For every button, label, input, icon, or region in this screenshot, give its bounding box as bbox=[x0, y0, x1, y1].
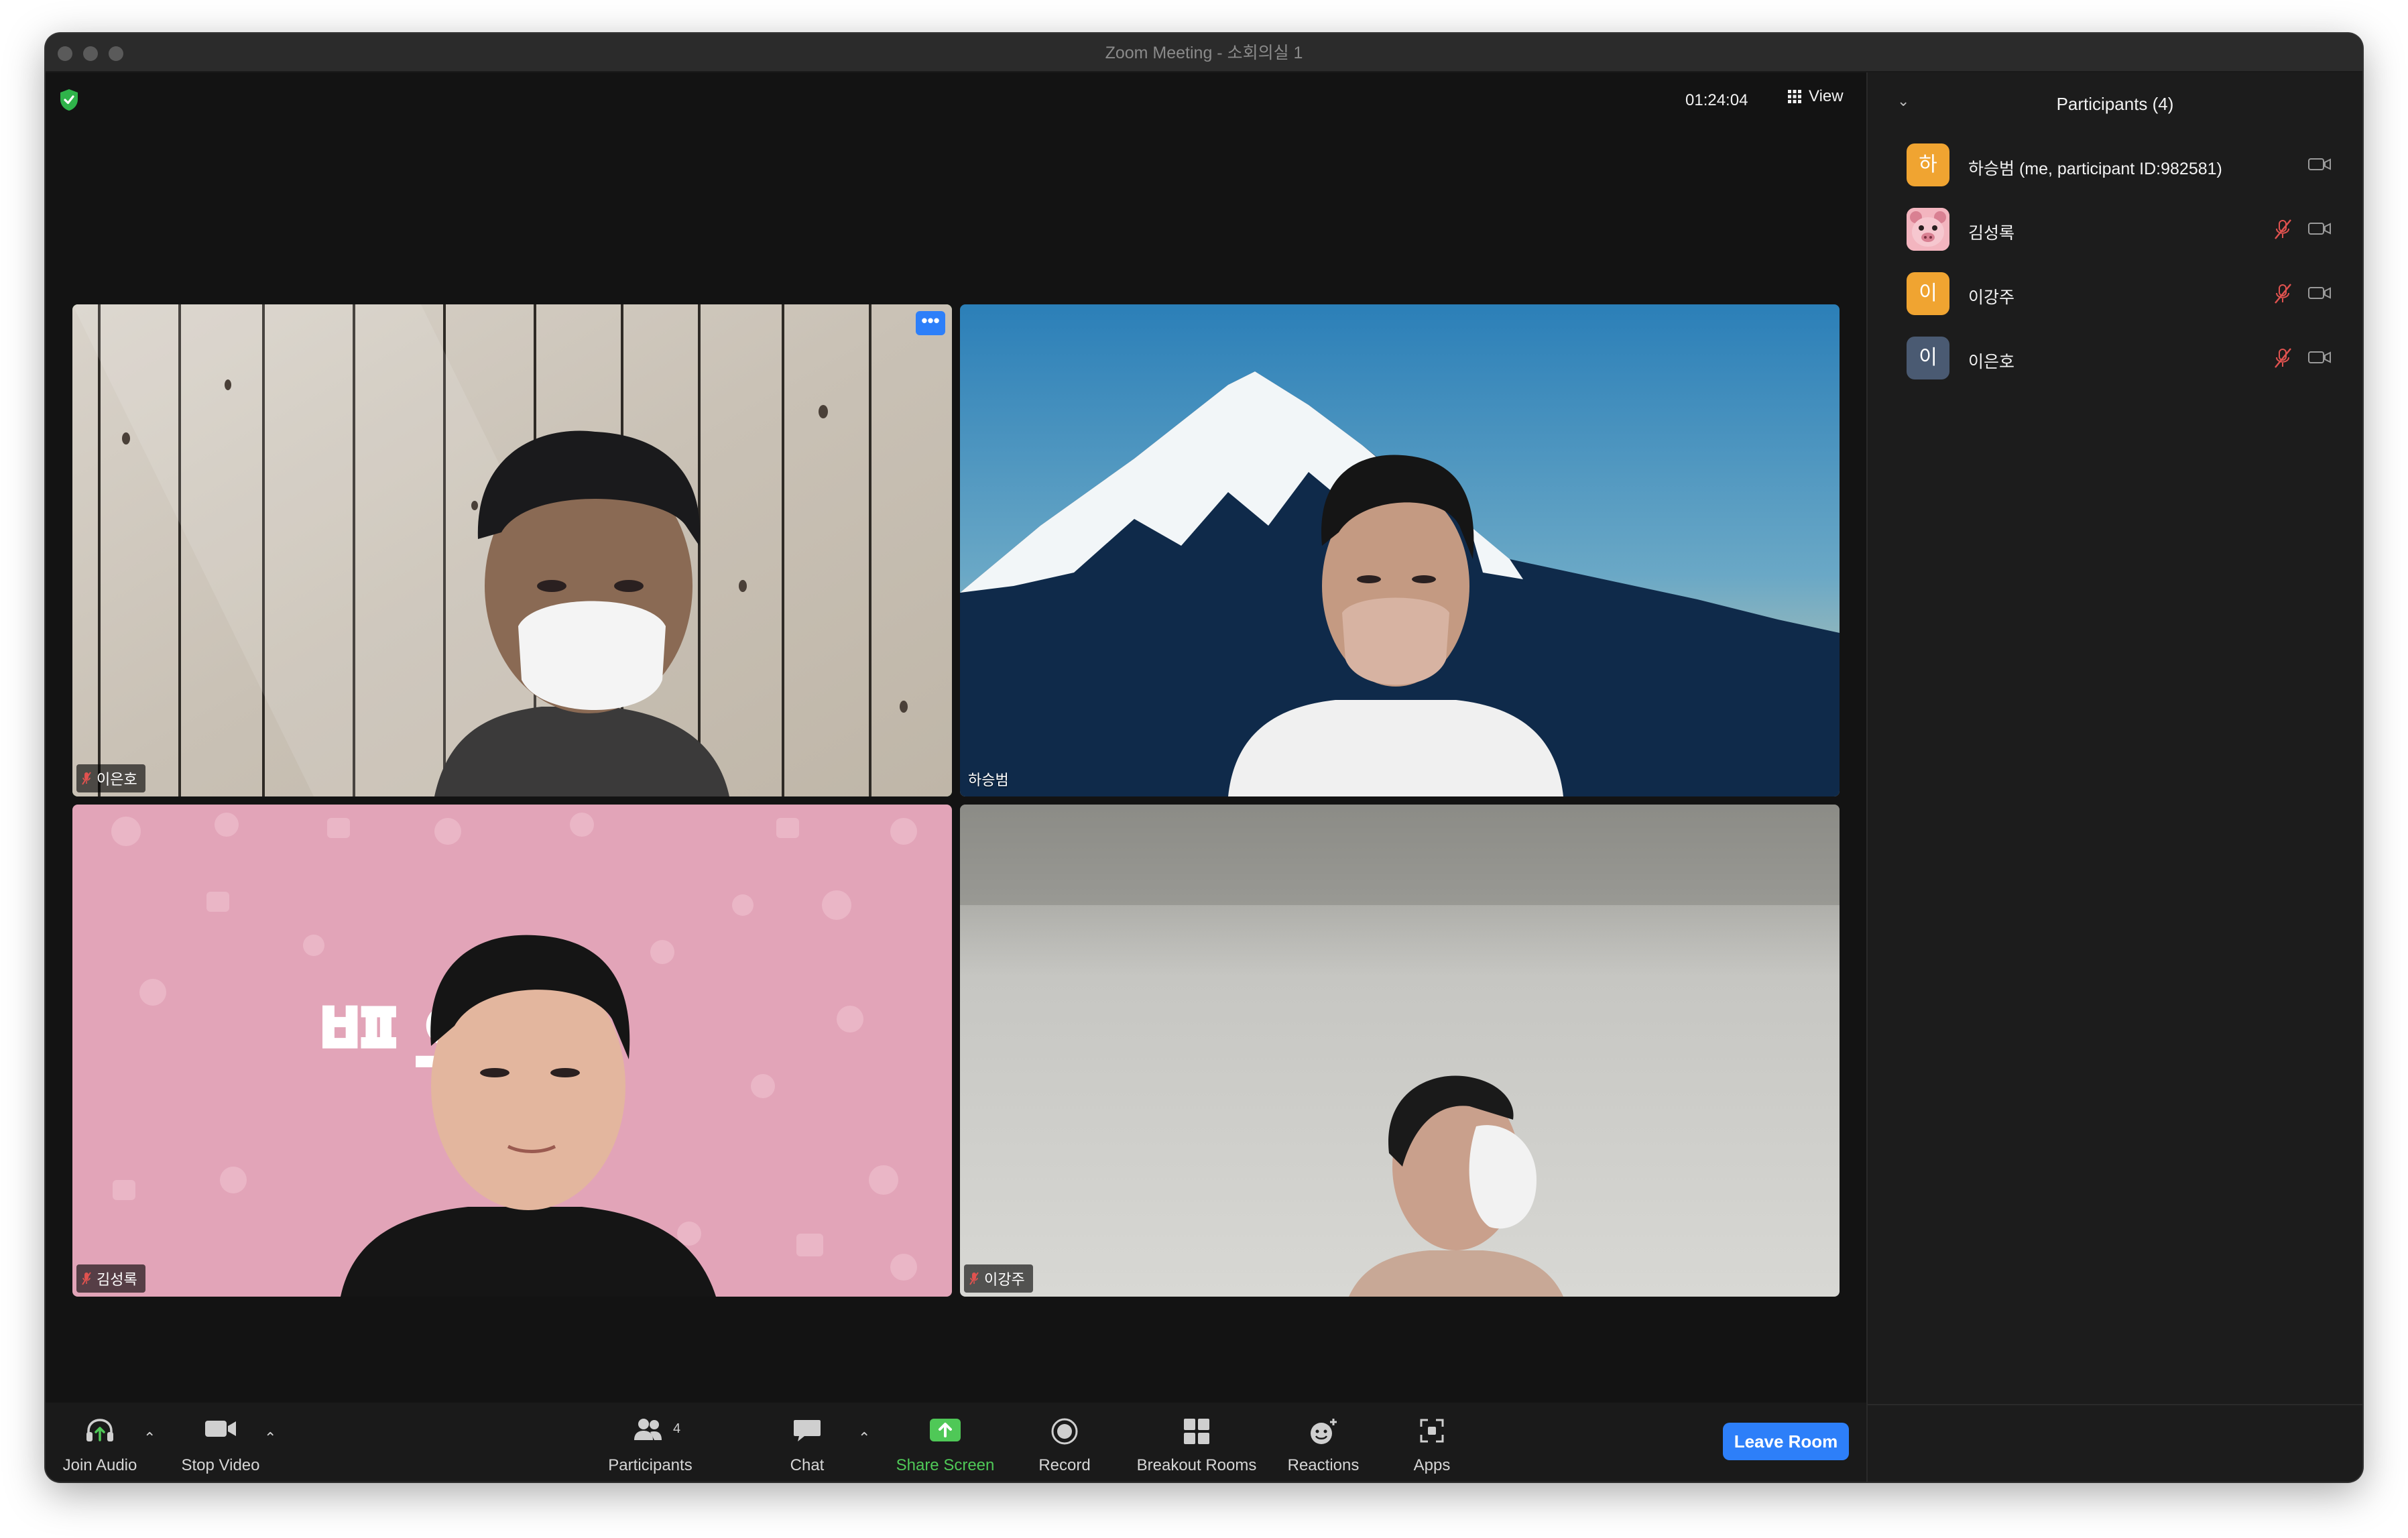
participants-icon bbox=[634, 1419, 662, 1440]
avatar: 하 bbox=[1907, 143, 1949, 186]
join-audio-button[interactable]: Join Audio bbox=[56, 1403, 143, 1482]
participant-row-name: 이은호 bbox=[1968, 353, 2015, 371]
participant-row[interactable]: 하 하승범 (me, participant ID:982581) bbox=[1868, 134, 2362, 198]
meeting-stage: 01:24:04 View ••• 이은호 하승범 ᄪ우 김성록 이강주 bbox=[46, 72, 1866, 1443]
tile-more-options-button[interactable]: ••• bbox=[916, 311, 945, 335]
video-tile-4[interactable]: 이강주 bbox=[960, 805, 1840, 1297]
record-label: Record bbox=[1038, 1456, 1091, 1474]
participant-row-name: 김성록 bbox=[1968, 224, 2015, 243]
breakout-rooms-button[interactable]: Breakout Rooms bbox=[1126, 1403, 1267, 1482]
participant-name: 이강주 bbox=[984, 1271, 1025, 1288]
video-feed-3: ᄪ우 bbox=[72, 805, 952, 1297]
apps-button[interactable]: Apps bbox=[1398, 1403, 1465, 1482]
chat-bubble-icon bbox=[794, 1420, 821, 1441]
participants-panel-title: Participants (4) bbox=[2056, 94, 2174, 114]
name-tag: 김성록 bbox=[76, 1264, 145, 1293]
breakout-rooms-label: Breakout Rooms bbox=[1136, 1456, 1257, 1474]
participant-row-name: 이강주 bbox=[1968, 288, 2015, 307]
reactions-button[interactable]: Reactions bbox=[1276, 1403, 1370, 1482]
video-camera-icon bbox=[2308, 158, 2331, 170]
apps-label: Apps bbox=[1413, 1456, 1451, 1474]
participant-row-name: 하승범 (me, participant ID:982581) bbox=[1968, 160, 2222, 178]
participant-name: 김성록 bbox=[97, 1271, 137, 1288]
share-screen-button[interactable]: Share Screen bbox=[885, 1403, 1006, 1482]
video-camera-icon bbox=[2308, 351, 2331, 363]
participant-row[interactable]: 이 이강주 bbox=[1868, 263, 2362, 327]
video-tile-1[interactable]: ••• 이은호 bbox=[72, 304, 952, 796]
zoom-window: Zoom Meeting - 소회의실 1 01:24:04 View ••• … bbox=[46, 34, 2362, 1482]
video-camera-icon bbox=[2308, 223, 2331, 235]
video-options-caret[interactable]: ⌃ bbox=[264, 1429, 276, 1447]
reactions-label: Reactions bbox=[1287, 1456, 1360, 1474]
mic-muted-icon bbox=[82, 772, 91, 785]
title-bar: Zoom Meeting - 소회의실 1 bbox=[46, 34, 2362, 72]
name-tag: 이강주 bbox=[964, 1264, 1033, 1293]
video-feed-1 bbox=[72, 304, 952, 796]
participants-panel: ⌄ Participants (4) 하 하승범 (me, participan… bbox=[1866, 72, 2362, 1482]
name-tag: 이은호 bbox=[76, 764, 145, 792]
apps-icon bbox=[1420, 1419, 1444, 1443]
join-audio-label: Join Audio bbox=[62, 1456, 137, 1474]
participants-label: Participants bbox=[608, 1456, 693, 1474]
avatar bbox=[1907, 208, 1949, 251]
video-camera-icon bbox=[205, 1421, 236, 1437]
panel-footer-divider bbox=[1868, 1404, 2362, 1405]
audio-options-caret[interactable]: ⌃ bbox=[143, 1429, 156, 1447]
breakout-rooms-icon bbox=[1184, 1419, 1209, 1444]
participants-button[interactable]: 4 Participants bbox=[594, 1403, 707, 1482]
participant-row[interactable]: 이 이은호 bbox=[1868, 327, 2362, 392]
participant-name: 하승범 bbox=[968, 772, 1009, 788]
leave-room-button[interactable]: Leave Room bbox=[1723, 1423, 1849, 1460]
participants-panel-header: ⌄ Participants (4) bbox=[1868, 72, 2362, 134]
mic-muted-icon bbox=[2275, 348, 2291, 368]
share-screen-icon bbox=[930, 1419, 961, 1441]
mic-muted-icon bbox=[2275, 284, 2291, 304]
avatar: 이 bbox=[1907, 337, 1949, 379]
chat-label: Chat bbox=[790, 1456, 825, 1474]
chat-button[interactable]: Chat bbox=[774, 1403, 841, 1482]
meeting-toolbar: Join Audio ⌃ Stop Video ⌃ 4 Participants… bbox=[46, 1403, 1866, 1482]
window-title: Zoom Meeting - 소회의실 1 bbox=[1105, 44, 1303, 62]
participant-name: 이은호 bbox=[97, 771, 137, 788]
record-button[interactable]: Record bbox=[1026, 1403, 1103, 1482]
share-screen-label: Share Screen bbox=[896, 1456, 995, 1474]
view-button[interactable]: View bbox=[1787, 87, 1844, 106]
stop-video-label: Stop Video bbox=[181, 1456, 260, 1474]
mic-muted-icon bbox=[969, 1272, 979, 1285]
meeting-timer: 01:24:04 bbox=[1685, 91, 1748, 109]
headphones-icon bbox=[86, 1419, 113, 1441]
mic-muted-icon bbox=[82, 1272, 91, 1285]
video-tile-2[interactable]: 하승범 bbox=[960, 304, 1840, 796]
chat-options-caret[interactable]: ⌃ bbox=[858, 1429, 870, 1447]
grid-icon bbox=[1788, 90, 1801, 103]
pig-avatar-icon bbox=[1907, 208, 1949, 251]
video-camera-icon bbox=[2308, 287, 2331, 299]
participants-count: 4 bbox=[673, 1421, 681, 1436]
mic-muted-icon bbox=[2275, 219, 2291, 239]
security-shield-icon[interactable] bbox=[59, 88, 79, 111]
video-tile-3[interactable]: ᄪ우 김성록 bbox=[72, 805, 952, 1297]
reactions-smiley-icon bbox=[1311, 1419, 1337, 1444]
avatar: 이 bbox=[1907, 272, 1949, 315]
view-label: View bbox=[1809, 87, 1844, 105]
record-icon bbox=[1051, 1418, 1078, 1445]
stop-video-button[interactable]: Stop Video bbox=[177, 1403, 264, 1482]
participant-row[interactable]: 김성록 bbox=[1868, 198, 2362, 263]
video-feed-2 bbox=[960, 304, 1840, 796]
video-feed-4 bbox=[960, 805, 1840, 1297]
